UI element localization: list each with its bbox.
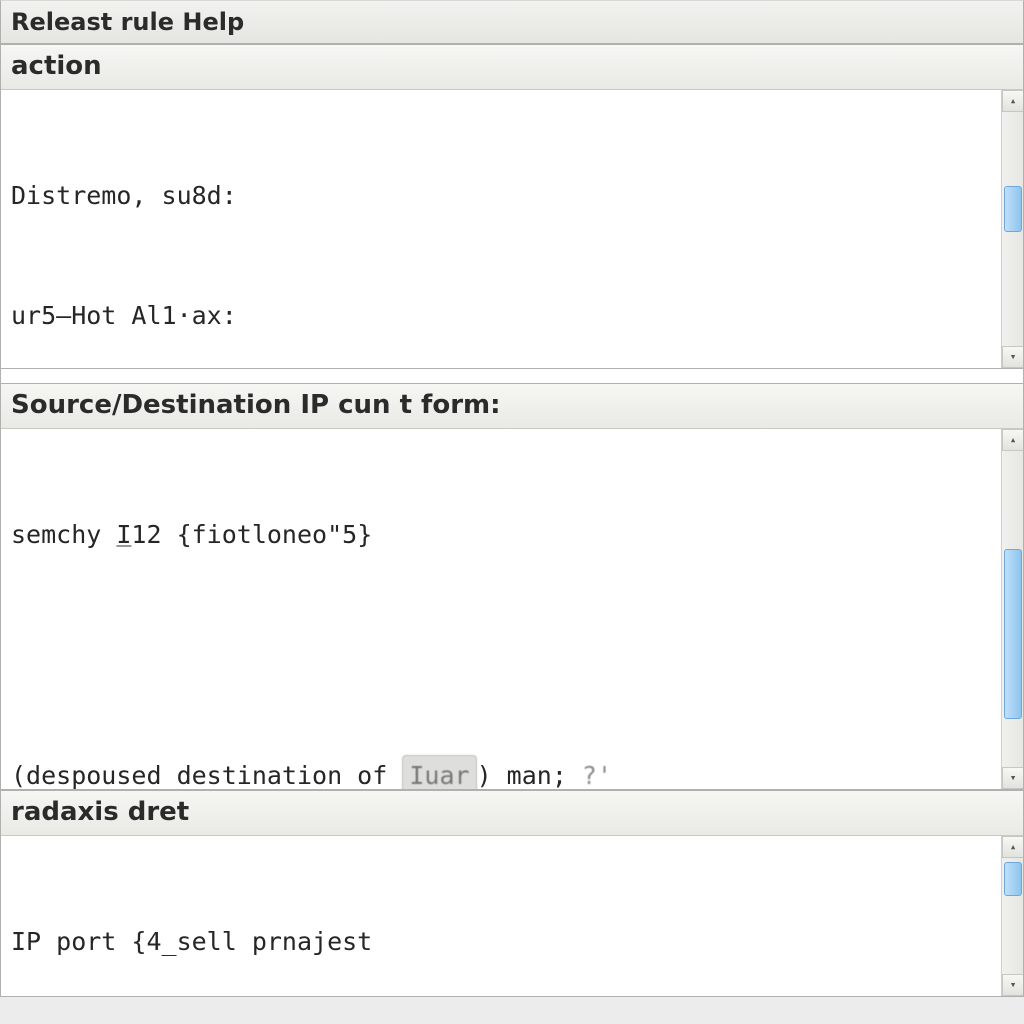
panel-radaxis: radaxis dret IP port {4_sell prnajest de…	[0, 790, 1024, 997]
panel-sdip-body[interactable]: semchy I12 {fiotloneo"5} (despoused dest…	[1, 429, 1023, 789]
panel-action-header: action	[1, 45, 1023, 90]
panel-action-body[interactable]: Distremo, su8d: ur5–Hot Al1·ax: ITX–Not …	[1, 90, 1023, 368]
scroll-thumb[interactable]	[1004, 186, 1022, 232]
scroll-thumb[interactable]	[1004, 549, 1022, 719]
code-line: Distremo, su8d:	[11, 176, 995, 216]
scroll-down-icon[interactable]: ▾	[1002, 767, 1023, 789]
panel-action: action Distremo, su8d: ur5–Hot Al1·ax: I…	[0, 44, 1024, 369]
window-titlebar: Releast rule Help	[0, 0, 1024, 44]
code-line: semchy I12 {fiotloneo"5}	[11, 515, 995, 555]
code-line: IP port {4_sell prnajest	[11, 922, 995, 962]
scroll-down-icon[interactable]: ▾	[1002, 346, 1023, 368]
panel-sdip-header: Source/Destination IP cun t form:	[1, 384, 1023, 429]
scroll-up-icon[interactable]: ▴	[1002, 836, 1023, 858]
scrollbar-vertical[interactable]: ▴ ▾	[1001, 836, 1023, 996]
app-window: Releast rule Help action Distremo, su8d:…	[0, 0, 1024, 1024]
panel-radaxis-body[interactable]: IP port {4_sell prnajest detrotiol {-28}…	[1, 836, 1023, 996]
scrollbar-vertical[interactable]: ▴ ▾	[1001, 429, 1023, 789]
code-line	[11, 635, 995, 675]
code-line: (despoused destination of Iuar) man; ?'	[11, 755, 995, 789]
scrollbar-vertical[interactable]: ▴ ▾	[1001, 90, 1023, 368]
panel-radaxis-header: radaxis dret	[1, 791, 1023, 836]
panel-spacer	[0, 369, 1024, 383]
code-line: ur5–Hot Al1·ax:	[11, 296, 995, 336]
scroll-thumb[interactable]	[1004, 862, 1022, 896]
scroll-up-icon[interactable]: ▴	[1002, 429, 1023, 451]
scroll-up-icon[interactable]: ▴	[1002, 90, 1023, 112]
panel-sdip: Source/Destination IP cun t form: semchy…	[0, 383, 1024, 790]
scroll-down-icon[interactable]: ▾	[1002, 974, 1023, 996]
window-title: Releast rule Help	[11, 8, 244, 36]
